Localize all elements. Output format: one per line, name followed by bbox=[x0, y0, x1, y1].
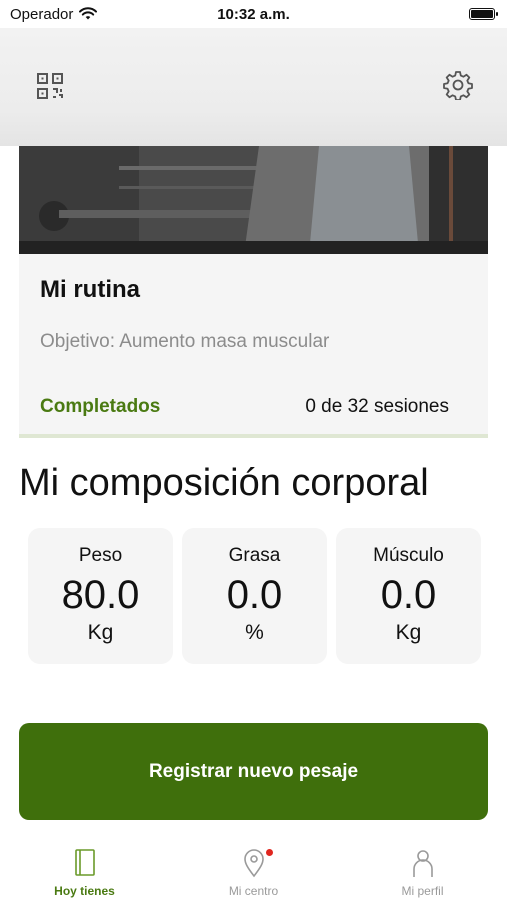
metric-label: Músculo bbox=[373, 545, 444, 566]
metric-label: Grasa bbox=[228, 545, 281, 566]
routine-card[interactable]: Mi rutina Objetivo: Aumento masa muscula… bbox=[19, 146, 488, 438]
tab-label: Mi perfil bbox=[401, 884, 444, 898]
metric-muscle: Músculo 0.0 Kg bbox=[336, 528, 481, 664]
routine-progress-bar bbox=[19, 434, 488, 438]
routine-objective: Objetivo: Aumento masa muscular bbox=[40, 331, 330, 352]
metric-value: 80.0 bbox=[61, 573, 140, 617]
wifi-icon bbox=[79, 7, 98, 20]
register-weighing-button[interactable]: Registrar nuevo pesaje bbox=[19, 723, 488, 820]
gym-photo bbox=[19, 146, 488, 254]
notebook-icon bbox=[74, 849, 95, 876]
metric-value: 0.0 bbox=[226, 573, 283, 617]
tab-mi-perfil[interactable]: Mi perfil bbox=[338, 840, 507, 900]
top-header bbox=[0, 28, 507, 146]
battery-icon bbox=[469, 8, 498, 20]
metric-unit: % bbox=[245, 621, 264, 644]
status-bar: Operador 10:32 a.m. bbox=[0, 0, 507, 28]
person-icon bbox=[412, 850, 433, 877]
metric-label: Peso bbox=[78, 545, 123, 566]
notification-dot bbox=[266, 849, 273, 856]
location-pin-icon bbox=[243, 849, 264, 878]
metric-unit: Kg bbox=[87, 621, 114, 644]
metric-value: 0.0 bbox=[380, 573, 437, 617]
routine-title: Mi rutina bbox=[40, 276, 140, 303]
sessions-count: 0 de 32 sesiones bbox=[305, 396, 449, 417]
tab-bar: Hoy tienes Mi centro Mi perfil bbox=[0, 840, 507, 900]
metric-unit: Kg bbox=[395, 621, 422, 644]
tab-hoy-tienes[interactable]: Hoy tienes bbox=[0, 840, 169, 900]
status-left: Operador bbox=[10, 5, 98, 23]
tab-mi-centro[interactable]: Mi centro bbox=[169, 840, 338, 900]
composition-title: Mi composición corporal bbox=[19, 462, 429, 504]
qr-code-icon[interactable] bbox=[36, 72, 64, 100]
metric-fat: Grasa 0.0 % bbox=[182, 528, 327, 664]
tab-label: Mi centro bbox=[228, 884, 279, 898]
metric-weight: Peso 80.0 Kg bbox=[28, 528, 173, 664]
gear-icon[interactable] bbox=[443, 70, 473, 100]
completed-label: Completados bbox=[40, 396, 161, 417]
carrier-label: Operador bbox=[10, 5, 74, 23]
tab-label: Hoy tienes bbox=[54, 884, 115, 898]
